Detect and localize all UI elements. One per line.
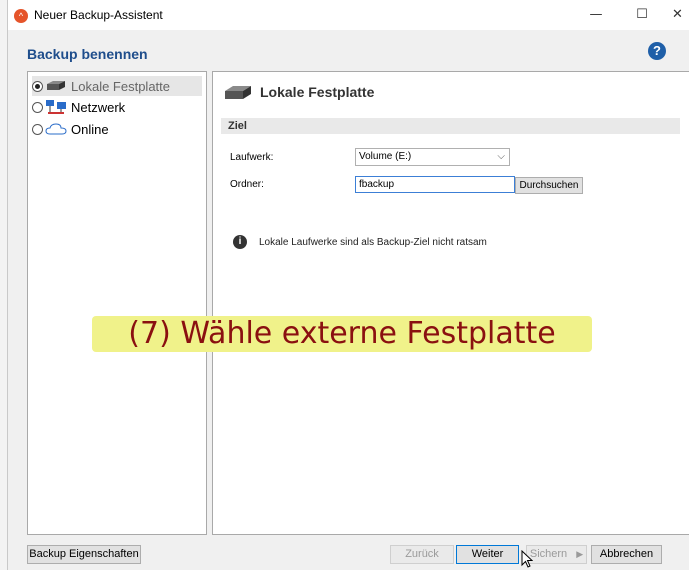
window-title: Neuer Backup-Assistent <box>34 8 163 22</box>
hard-drive-icon <box>225 86 251 99</box>
back-button[interactable]: Zurück <box>390 545 454 564</box>
section-header: Ziel <box>221 118 680 134</box>
radio-network[interactable] <box>32 101 43 113</box>
chevron-down-icon: ⌵ <box>497 151 505 162</box>
drive-select-value: Volume (E:) <box>359 151 412 162</box>
nav-label-network: Netzwerk <box>71 99 126 115</box>
radio-online[interactable] <box>32 123 43 135</box>
wizard-window: ^ Neuer Backup-Assistent — ☐ ✕ Backup be… <box>7 0 689 570</box>
panel-title: Lokale Festplatte <box>260 84 375 100</box>
nav-item-online[interactable]: Online <box>32 119 202 139</box>
mouse-pointer-icon <box>521 550 533 568</box>
chevron-right-icon: ▶ <box>576 549 584 559</box>
desktop-edge <box>0 0 7 570</box>
cancel-button[interactable]: Abbrechen <box>591 545 662 564</box>
nav-label-local-disk: Lokale Festplatte <box>71 78 171 94</box>
info-icon: i <box>233 235 247 249</box>
title-bar: ^ Neuer Backup-Assistent — ☐ ✕ <box>8 0 689 30</box>
tutorial-caption: (7) Wähle externe Festplatte <box>92 316 592 352</box>
target-type-list: Lokale Festplatte Netzwerk Online <box>27 71 207 535</box>
cloud-icon <box>45 123 67 135</box>
drive-label: Laufwerk: <box>230 152 274 163</box>
maximize-button[interactable]: ☐ <box>619 2 665 28</box>
network-icon <box>46 100 66 114</box>
close-button[interactable]: ✕ <box>665 2 689 28</box>
folder-label: Ordner: <box>230 179 264 190</box>
nav-item-local-disk[interactable]: Lokale Festplatte <box>32 76 202 96</box>
drive-select[interactable]: Volume (E:) ⌵ <box>355 148 510 166</box>
app-logo-icon: ^ <box>14 9 28 23</box>
browse-button[interactable]: Durchsuchen <box>515 177 583 194</box>
hard-drive-icon <box>47 81 65 90</box>
page-title: Backup benennen <box>27 46 148 62</box>
properties-button[interactable]: Backup Eigenschaften <box>27 545 141 564</box>
save-label: Sichern <box>529 548 568 560</box>
info-message: Lokale Laufwerke sind als Backup-Ziel ni… <box>259 237 487 248</box>
help-icon[interactable]: ? <box>648 42 666 60</box>
folder-input[interactable]: fbackup <box>355 176 515 193</box>
nav-label-online: Online <box>71 121 109 137</box>
nav-item-network[interactable]: Netzwerk <box>32 97 202 117</box>
minimize-button[interactable]: — <box>573 2 619 28</box>
settings-panel: Lokale Festplatte Ziel Laufwerk: Volume … <box>212 71 689 535</box>
save-button[interactable]: Sichern ▶ <box>526 545 587 564</box>
next-button[interactable]: Weiter <box>456 545 519 564</box>
radio-local-disk[interactable] <box>32 80 43 92</box>
